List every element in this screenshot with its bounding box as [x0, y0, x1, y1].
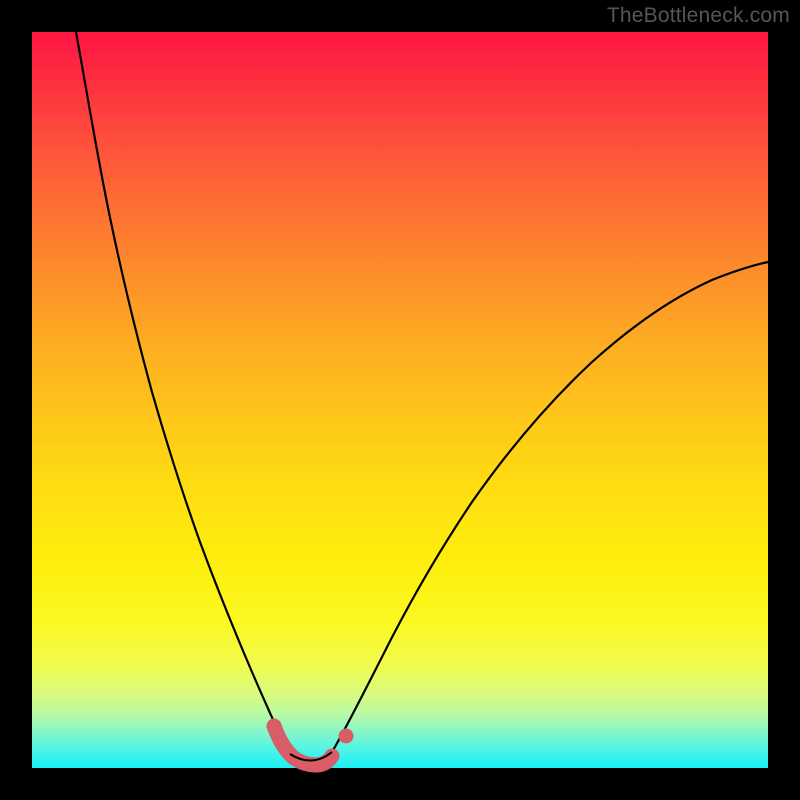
curve-layer	[32, 32, 768, 768]
curve-right-branch	[332, 262, 768, 752]
chart-frame: TheBottleneck.com	[0, 0, 800, 800]
watermark-text: TheBottleneck.com	[607, 4, 790, 28]
optimal-region-end-dot	[339, 729, 354, 744]
curve-left-branch	[76, 32, 290, 754]
